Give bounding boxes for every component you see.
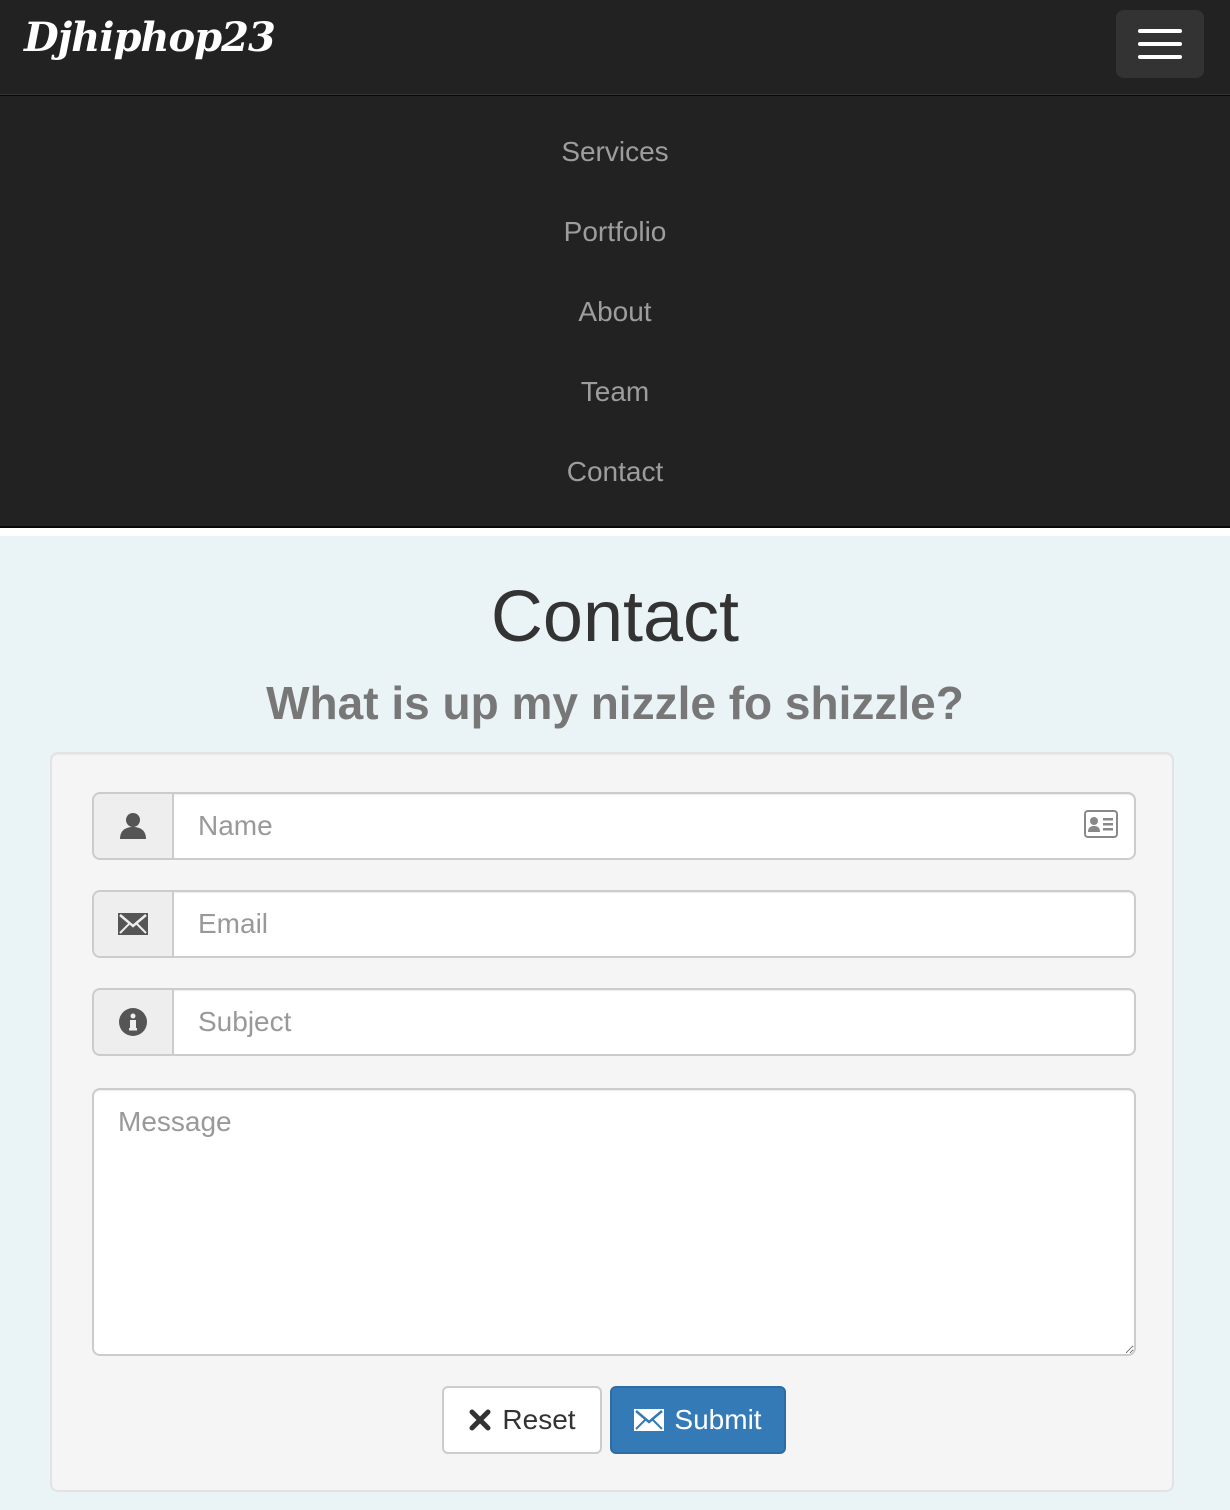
envelope-icon — [634, 1409, 665, 1431]
name-input[interactable] — [172, 792, 1136, 860]
hamburger-icon — [1138, 29, 1182, 33]
envelope-icon — [118, 913, 148, 935]
submit-label: Submit — [674, 1404, 762, 1435]
user-icon — [120, 813, 146, 839]
nav-item-about[interactable]: About — [0, 272, 1230, 352]
nav-item-portfolio[interactable]: Portfolio — [0, 192, 1230, 272]
name-input-group — [92, 792, 1136, 860]
nav-item-contact[interactable]: Contact — [0, 432, 1230, 512]
x-icon — [469, 1409, 491, 1431]
email-input-group — [92, 890, 1136, 958]
nav-menu: Services Portfolio About Team Contact — [0, 112, 1230, 512]
email-addon — [92, 890, 172, 958]
hamburger-icon — [1138, 55, 1182, 59]
info-icon — [119, 1008, 147, 1036]
menu-toggle-button[interactable] — [1116, 10, 1204, 78]
nav-item-services[interactable]: Services — [0, 112, 1230, 192]
navbar-header: Djhiphop23 — [0, 0, 1230, 96]
navbar: Djhiphop23 Services Portfolio About Team… — [0, 0, 1230, 528]
nav-item-team[interactable]: Team — [0, 352, 1230, 432]
message-textarea[interactable] — [92, 1088, 1136, 1356]
contact-form: Reset Submit — [50, 752, 1174, 1492]
contact-card-icon[interactable] — [1084, 810, 1118, 838]
section-title: Contact — [490, 577, 740, 657]
hamburger-icon — [1138, 42, 1182, 46]
name-field-wrap — [172, 792, 1136, 860]
contact-section: Contact What is up my nizzle fo shizzle? — [0, 536, 1230, 1510]
reset-label: Reset — [502, 1404, 576, 1435]
brand-logo[interactable]: Djhiphop23 — [24, 14, 276, 61]
subject-input-group — [92, 988, 1136, 1056]
subject-input[interactable] — [172, 988, 1136, 1056]
reset-button[interactable]: Reset — [442, 1386, 602, 1454]
submit-button[interactable]: Submit — [610, 1386, 786, 1454]
section-subtitle: What is up my nizzle fo shizzle? — [266, 677, 964, 729]
subject-addon — [92, 988, 172, 1056]
name-addon — [92, 792, 172, 860]
email-input[interactable] — [172, 890, 1136, 958]
